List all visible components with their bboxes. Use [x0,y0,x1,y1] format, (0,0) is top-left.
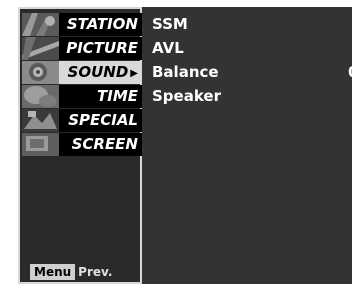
submenu-item-speaker[interactable]: Speaker [152,84,352,108]
menu-item-label: SPECIAL [68,111,138,129]
submenu-item-label: AVL [152,39,184,57]
menu-footer: Menu Prev. [30,264,112,280]
menu-item-label: TIME [97,87,138,105]
submenu-item-balance[interactable]: Balance 0 [152,60,352,84]
menu-item-label: SOUND ▶ [60,61,142,84]
menu-item-label: SCREEN [71,135,138,153]
sound-submenu-panel: SSM AVL Balance 0 Speaker [142,7,352,284]
submenu-arrow-icon: ▶ [130,68,138,79]
menu-item-label: STATION [66,15,138,33]
special-thumbnail-icon [22,109,59,132]
tv-osd-menu: STATION PICTURE SOUND ▶ TIME SPECIAL SCR… [18,7,352,284]
submenu-list: SSM AVL Balance 0 Speaker [152,12,352,108]
menu-item-special[interactable]: SPECIAL [22,109,142,132]
screen-thumbnail-icon [22,133,59,156]
menu-item-screen[interactable]: SCREEN [22,133,142,156]
menu-item-station[interactable]: STATION [22,13,142,36]
main-menu-panel: STATION PICTURE SOUND ▶ TIME SPECIAL SCR… [18,7,142,284]
submenu-item-avl[interactable]: AVL [152,36,352,60]
submenu-item-label: Balance [152,63,219,81]
menu-item-label-text: SOUND [67,63,129,81]
station-thumbnail-icon [22,13,59,36]
menu-item-sound[interactable]: SOUND ▶ [22,61,142,84]
menu-key-button[interactable]: Menu [30,264,76,280]
submenu-item-ssm[interactable]: SSM [152,12,352,36]
menu-item-picture[interactable]: PICTURE [22,37,142,60]
menu-item-time[interactable]: TIME [22,85,142,108]
time-thumbnail-icon [22,85,59,108]
sound-thumbnail-icon [22,61,59,84]
balance-value: 0 [348,60,352,84]
submenu-item-label: Speaker [152,87,221,105]
menu-item-label: PICTURE [66,39,138,57]
prev-label: Prev. [78,265,113,279]
main-menu-list: STATION PICTURE SOUND ▶ TIME SPECIAL SCR… [22,13,142,157]
submenu-item-label: SSM [152,15,188,33]
picture-thumbnail-icon [22,37,59,60]
